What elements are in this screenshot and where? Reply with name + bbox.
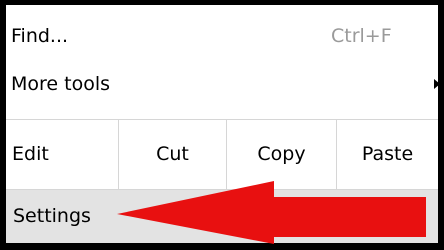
arrow-shape [117, 181, 426, 244]
red-arrow-icon [117, 181, 426, 244]
context-menu: Find... Ctrl+F More tools Edit Cut Copy … [0, 0, 444, 250]
